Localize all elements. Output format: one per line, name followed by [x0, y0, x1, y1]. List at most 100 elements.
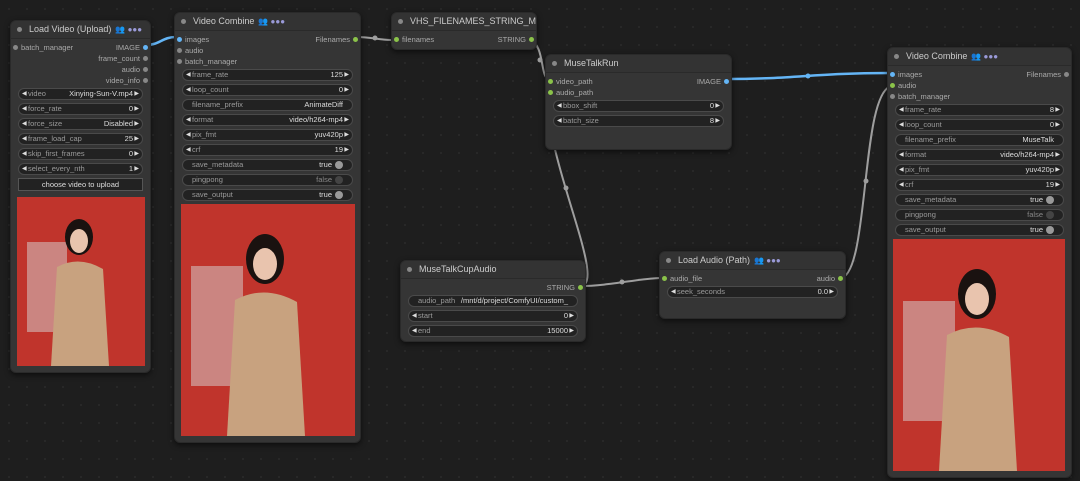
output-filenames[interactable]: Filenames	[175, 34, 360, 45]
arrow-left-icon[interactable]: ◀	[899, 180, 904, 190]
node-title-bar[interactable]: Load Video (Upload) 👥 ●●●	[11, 21, 150, 39]
collapse-dot-icon[interactable]	[552, 61, 557, 66]
widget-crf[interactable]: ◀ crf 19 ▶	[895, 179, 1064, 191]
widget-filename-prefix[interactable]: filename_prefix AnimateDiff	[182, 99, 353, 111]
toggle-icon[interactable]	[1046, 226, 1054, 234]
arrow-right-icon[interactable]: ▶	[1055, 105, 1060, 115]
toggle-icon[interactable]	[1046, 196, 1054, 204]
slot-icon[interactable]	[890, 94, 895, 99]
arrow-left-icon[interactable]: ◀	[186, 85, 191, 95]
toggle-save-metadata[interactable]: save_metadata true	[895, 194, 1064, 206]
toggle-save-output[interactable]: save_output true	[182, 189, 353, 201]
slot-icon[interactable]	[838, 276, 843, 281]
arrow-left-icon[interactable]: ◀	[22, 104, 27, 114]
node-musetalk-run[interactable]: MuseTalkRun video_path IMAGE audio_path …	[545, 54, 732, 150]
slot-icon[interactable]	[143, 45, 148, 50]
widget-force-rate[interactable]: ◀ force_rate 0 ▶	[18, 103, 143, 115]
widget-skip-first-frames[interactable]: ◀ skip_first_frames 0 ▶	[18, 148, 143, 160]
toggle-icon[interactable]	[335, 161, 343, 169]
toggle-save-metadata[interactable]: save_metadata true	[182, 159, 353, 171]
arrow-right-icon[interactable]: ▶	[715, 101, 720, 111]
node-title-bar[interactable]: VHS_FILENAMES_STRING_MuseTalk	[392, 13, 536, 31]
collapse-dot-icon[interactable]	[181, 19, 186, 24]
arrow-left-icon[interactable]: ◀	[899, 165, 904, 175]
toggle-icon[interactable]	[335, 176, 343, 184]
widget-video[interactable]: ◀ video Xinying-Sun-V.mp4 ▶	[18, 88, 143, 100]
arrow-left-icon[interactable]: ◀	[186, 70, 191, 80]
arrow-left-icon[interactable]: ◀	[899, 120, 904, 130]
node-title-bar[interactable]: Load Audio (Path) 👥 ●●●	[660, 252, 845, 270]
collapse-dot-icon[interactable]	[666, 258, 671, 263]
arrow-left-icon[interactable]: ◀	[22, 119, 27, 129]
widget-format[interactable]: ◀ format video/h264-mp4 ▶	[895, 149, 1064, 161]
output-image[interactable]: IMAGE	[546, 76, 731, 87]
slot-icon[interactable]	[578, 285, 583, 290]
slot-icon[interactable]	[353, 37, 358, 42]
arrow-right-icon[interactable]: ▶	[1055, 180, 1060, 190]
input-audio[interactable]: audio	[175, 45, 360, 56]
slot-icon[interactable]	[177, 59, 182, 64]
arrow-left-icon[interactable]: ◀	[186, 145, 191, 155]
collapse-dot-icon[interactable]	[407, 267, 412, 272]
widget-crf[interactable]: ◀ crf 19 ▶	[182, 144, 353, 156]
arrow-left-icon[interactable]: ◀	[186, 130, 191, 140]
widget-frame-rate[interactable]: ◀ frame_rate 125 ▶	[182, 69, 353, 81]
arrow-left-icon[interactable]: ◀	[899, 105, 904, 115]
widget-format[interactable]: ◀ format video/h264-mp4 ▶	[182, 114, 353, 126]
widget-frame-rate[interactable]: ◀ frame_rate 8 ▶	[895, 104, 1064, 116]
output-audio[interactable]: audio	[660, 273, 845, 284]
widget-loop-count[interactable]: ◀ loop_count 0 ▶	[895, 119, 1064, 131]
node-title-bar[interactable]: Video Combine 👥 ●●●	[175, 13, 360, 31]
output-filenames[interactable]: Filenames	[888, 69, 1071, 80]
node-vhs-filenames-string[interactable]: VHS_FILENAMES_STRING_MuseTalk filenames …	[391, 12, 537, 50]
node-video-combine-1[interactable]: Video Combine 👥 ●●● images Filenames audi…	[174, 12, 361, 443]
toggle-pingpong[interactable]: pingpong false	[182, 174, 353, 186]
widget-filename-prefix[interactable]: filename_prefix MuseTalk	[895, 134, 1064, 146]
arrow-left-icon[interactable]: ◀	[22, 134, 27, 144]
widget-select-every-nth[interactable]: ◀ select_every_nth 1 ▶	[18, 163, 143, 175]
arrow-right-icon[interactable]: ▶	[134, 149, 139, 159]
arrow-left-icon[interactable]: ◀	[22, 89, 27, 99]
slot-icon[interactable]	[1064, 72, 1069, 77]
widget-seek-seconds[interactable]: ◀ seek_seconds 0.0 ▶	[667, 286, 838, 298]
arrow-right-icon[interactable]: ▶	[134, 164, 139, 174]
input-batch-manager[interactable]: batch_manager	[888, 91, 1071, 102]
arrow-left-icon[interactable]: ◀	[186, 115, 191, 125]
widget-bbox-shift[interactable]: ◀ bbox_shift 0 ▶	[553, 100, 724, 112]
arrow-left-icon[interactable]: ◀	[899, 150, 904, 160]
widget-batch-size[interactable]: ◀ batch_size 8 ▶	[553, 115, 724, 127]
widget-loop-count[interactable]: ◀ loop_count 0 ▶	[182, 84, 353, 96]
collapse-dot-icon[interactable]	[17, 27, 22, 32]
arrow-right-icon[interactable]: ▶	[134, 119, 139, 129]
slot-icon[interactable]	[143, 56, 148, 61]
arrow-right-icon[interactable]: ▶	[569, 326, 574, 336]
collapse-dot-icon[interactable]	[894, 54, 899, 59]
arrow-right-icon[interactable]: ▶	[1055, 150, 1060, 160]
arrow-right-icon[interactable]: ▶	[569, 311, 574, 321]
output-string[interactable]: STRING	[392, 34, 536, 45]
output-string[interactable]: STRING	[401, 282, 585, 293]
arrow-left-icon[interactable]: ◀	[557, 101, 562, 111]
choose-video-button[interactable]: choose video to upload	[18, 178, 143, 191]
slot-icon[interactable]	[177, 48, 182, 53]
slot-icon[interactable]	[548, 90, 553, 95]
node-title-bar[interactable]: Video Combine 👥 ●●●	[888, 48, 1071, 66]
widget-audio-path[interactable]: audio_path/mnt/d/project/ComfyUI/custom_	[408, 295, 578, 307]
output-video-info[interactable]: video_info	[11, 75, 150, 86]
input-audio[interactable]: audio	[888, 80, 1071, 91]
output-audio[interactable]: audio	[11, 64, 150, 75]
arrow-right-icon[interactable]: ▶	[344, 70, 349, 80]
slot-icon[interactable]	[890, 83, 895, 88]
arrow-right-icon[interactable]: ▶	[134, 104, 139, 114]
arrow-right-icon[interactable]: ▶	[715, 116, 720, 126]
input-audio-path[interactable]: audio_path	[546, 87, 731, 98]
arrow-left-icon[interactable]: ◀	[22, 164, 27, 174]
widget-force-size[interactable]: ◀ force_size Disabled ▶	[18, 118, 143, 130]
output-frame-count[interactable]: frame_count	[11, 53, 150, 64]
arrow-right-icon[interactable]: ▶	[829, 287, 834, 297]
widget-pix-fmt[interactable]: ◀ pix_fmt yuv420p ▶	[895, 164, 1064, 176]
arrow-left-icon[interactable]: ◀	[557, 116, 562, 126]
node-load-video[interactable]: Load Video (Upload) 👥 ●●● batch_manager I…	[10, 20, 151, 373]
slot-icon[interactable]	[143, 67, 148, 72]
arrow-left-icon[interactable]: ◀	[22, 149, 27, 159]
